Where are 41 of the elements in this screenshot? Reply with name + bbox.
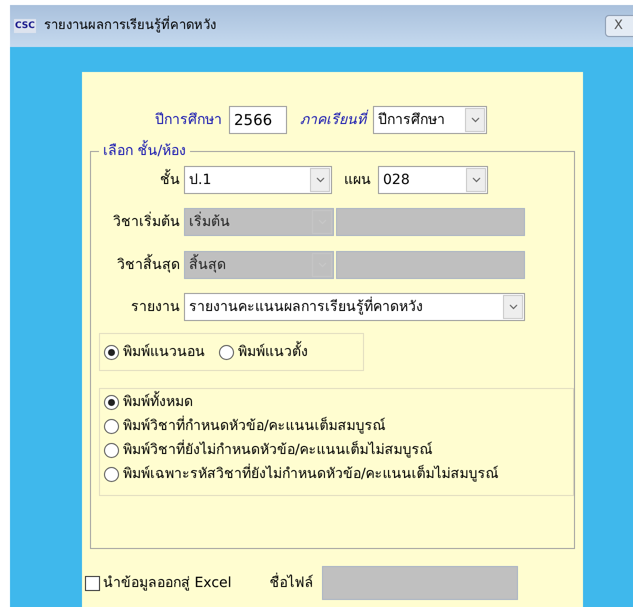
dropdown-value: ป.1 <box>188 170 212 190</box>
end-subject-label: วิชาสิ้นสุด <box>99 254 184 276</box>
checkbox[interactable] <box>85 576 100 590</box>
dropdown-value: เริ่มต้น <box>188 212 231 232</box>
radio-label: พิมพ์วิชาที่ยังไม่กำหนดหัวข้อ/คะแนนเต็มไม่สมบูรณ์ <box>123 440 433 461</box>
radio-button[interactable] <box>104 395 119 410</box>
grade-label: ชั้น <box>99 170 184 190</box>
dropdown[interactable]: ปีการศึกษา <box>373 106 487 134</box>
app-icon: CSC <box>14 19 36 33</box>
radio-label: พิมพ์แนวนอน <box>123 342 205 362</box>
dropdown-value: ปีการศึกษา <box>377 110 446 130</box>
dropdown[interactable]: 028 <box>378 166 488 194</box>
radio-label: พิมพ์ทั้งหมด <box>123 392 193 413</box>
year-field[interactable]: 2566 <box>229 106 287 134</box>
filename-label: ชื่อไฟล์ <box>270 572 314 592</box>
close-button[interactable]: ⵝ <box>605 15 633 37</box>
radio-label: พิมพ์แนวตั้ง <box>238 342 308 362</box>
term-label: ภาคเรียนที่ <box>300 110 366 130</box>
radio-button[interactable] <box>104 467 119 482</box>
radio-button[interactable] <box>219 344 234 360</box>
dropdown-value: รายงานคะแนนผลการเรียนรู้ที่คาดหวัง <box>188 296 424 317</box>
window-title: รายงานผลการเรียนรู้ที่คาดหวัง <box>44 16 216 36</box>
caret-icon <box>472 177 480 183</box>
year-label: ปีการศึกษา <box>155 110 222 130</box>
caret-icon <box>316 177 324 183</box>
radio-button[interactable] <box>104 344 119 360</box>
dropdown-value: สิ้นสุด <box>185 254 312 276</box>
dropdown[interactable]: รายงานคะแนนผลการเรียนรู้ที่คาดหวัง <box>184 293 525 321</box>
filename-field[interactable] <box>322 566 518 600</box>
dropdown[interactable]: ป.1 <box>184 166 332 194</box>
export-label: นำข้อมูลออกสู่ Excel <box>103 574 232 593</box>
plan-label: แผน <box>344 170 371 190</box>
start-subject-label: วิชาเริ่มต้น <box>112 212 181 232</box>
radio-button[interactable] <box>104 419 119 434</box>
radio-label: พิมพ์วิชาที่กำหนดหัวข้อ/คะแนนเต็มสมบูรณ์ <box>123 416 386 437</box>
radio-button[interactable] <box>104 443 119 458</box>
report-label: รายงาน <box>130 298 181 316</box>
caret-icon <box>508 304 518 310</box>
dropdown-value: 028 <box>382 170 411 190</box>
caret-icon <box>470 117 480 123</box>
radio-label: พิมพ์เฉพาะรหัสวิชาที่ยังไม่กำหนดหัวข้อ/คะแนนเต็มไม่สมบูรณ์ <box>123 464 499 485</box>
